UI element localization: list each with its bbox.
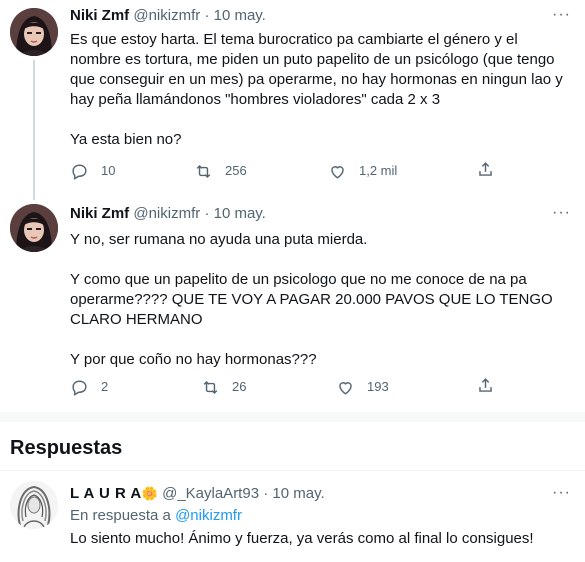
tweet-text: Y no, ser rumana no ayuda una puta mierd… bbox=[70, 230, 570, 370]
tweet-1[interactable]: Niki Zmf @nikizmfr · 10 may. ··· Es que … bbox=[0, 0, 585, 200]
tweet-actions: 10 256 1,2 mil bbox=[70, 160, 510, 182]
avatar-image bbox=[10, 481, 58, 529]
flower-emoji: 🌼 bbox=[141, 486, 158, 501]
reply-count: 2 bbox=[101, 379, 109, 394]
reply-tweet[interactable]: L A U R A🌼 @_KaylaArt93 · 10 may. ··· En… bbox=[0, 471, 585, 562]
author-name[interactable]: Niki Zmf bbox=[70, 205, 129, 222]
share-icon bbox=[479, 162, 492, 176]
retweet-icon bbox=[196, 164, 211, 178]
retweet-count: 256 bbox=[225, 163, 247, 178]
more-icon[interactable]: ··· bbox=[552, 203, 571, 223]
more-icon[interactable]: ··· bbox=[552, 483, 571, 503]
like-button[interactable]: 193 bbox=[336, 376, 389, 398]
tweet-paragraph: Y no, ser rumana no ayuda una puta mierd… bbox=[70, 231, 368, 248]
tweet-date[interactable]: 10 may. bbox=[272, 485, 324, 502]
like-icon bbox=[331, 165, 344, 179]
tweet-paragraph: Y como que un papelito de un psicologo q… bbox=[70, 271, 553, 328]
avatar[interactable] bbox=[10, 204, 58, 252]
author-handle[interactable]: @nikizmfr bbox=[133, 205, 200, 222]
tweet-text: Es que estoy harta. El tema burocratico … bbox=[70, 30, 570, 150]
thread-line bbox=[33, 60, 35, 200]
share-icon bbox=[479, 378, 492, 392]
reply-icon bbox=[72, 379, 87, 396]
avatar[interactable] bbox=[10, 481, 58, 529]
reply-header: L A U R A🌼 @_KaylaArt93 · 10 may. bbox=[70, 484, 325, 504]
like-count: 1,2 mil bbox=[359, 163, 398, 178]
retweet-button[interactable]: 256 bbox=[194, 160, 247, 182]
separator-dot: · bbox=[204, 205, 210, 222]
like-button[interactable]: 1,2 mil bbox=[328, 160, 397, 182]
separator-dot: · bbox=[204, 7, 210, 24]
separator-dot: · bbox=[263, 485, 269, 502]
tweet-actions: 2 26 193 bbox=[70, 376, 510, 398]
author-name[interactable]: Niki Zmf bbox=[70, 7, 129, 24]
tweet-date[interactable]: 10 may. bbox=[214, 205, 266, 222]
like-count: 193 bbox=[367, 379, 389, 394]
author-handle[interactable]: @nikizmfr bbox=[133, 7, 200, 24]
tweet-header: Niki Zmf @nikizmfr · 10 may. bbox=[70, 204, 266, 224]
reply-count: 10 bbox=[101, 163, 116, 178]
tweet-paragraph: Y por que coño no hay hormonas??? bbox=[70, 351, 317, 368]
tweet-paragraph: Ya esta bien no? bbox=[70, 131, 182, 148]
replies-heading: Respuestas bbox=[10, 437, 123, 459]
reply-text: Lo siento mucho! Ánimo y fuerza, ya verá… bbox=[70, 530, 534, 547]
author-handle[interactable]: @_KaylaArt93 bbox=[162, 485, 259, 502]
reply-target-link[interactable]: @nikizmfr bbox=[175, 507, 242, 524]
section-divider bbox=[0, 412, 585, 422]
share-button[interactable] bbox=[476, 160, 495, 179]
author-name[interactable]: L A U R A bbox=[70, 485, 142, 502]
retweet-button[interactable]: 26 bbox=[201, 376, 246, 398]
avatar[interactable] bbox=[10, 8, 58, 56]
tweet-2[interactable]: Niki Zmf @nikizmfr · 10 may. ··· Y no, s… bbox=[0, 196, 585, 411]
tweet-date[interactable]: 10 may. bbox=[214, 7, 266, 24]
tweet-paragraph: Es que estoy harta. El tema burocratico … bbox=[70, 31, 563, 108]
reply-prefix: En respuesta a bbox=[70, 507, 171, 524]
retweet-icon bbox=[203, 380, 218, 394]
avatar-image bbox=[10, 204, 58, 252]
reply-button[interactable]: 10 bbox=[70, 160, 115, 182]
more-icon[interactable]: ··· bbox=[552, 5, 571, 25]
retweet-count: 26 bbox=[232, 379, 247, 394]
reply-button[interactable]: 2 bbox=[70, 376, 108, 398]
like-icon bbox=[339, 381, 352, 395]
reply-context: En respuesta a @nikizmfr bbox=[70, 506, 570, 526]
reply-icon bbox=[72, 163, 87, 180]
tweet-header: Niki Zmf @nikizmfr · 10 may. bbox=[70, 6, 266, 26]
avatar-image bbox=[10, 8, 58, 56]
share-button[interactable] bbox=[476, 376, 495, 395]
